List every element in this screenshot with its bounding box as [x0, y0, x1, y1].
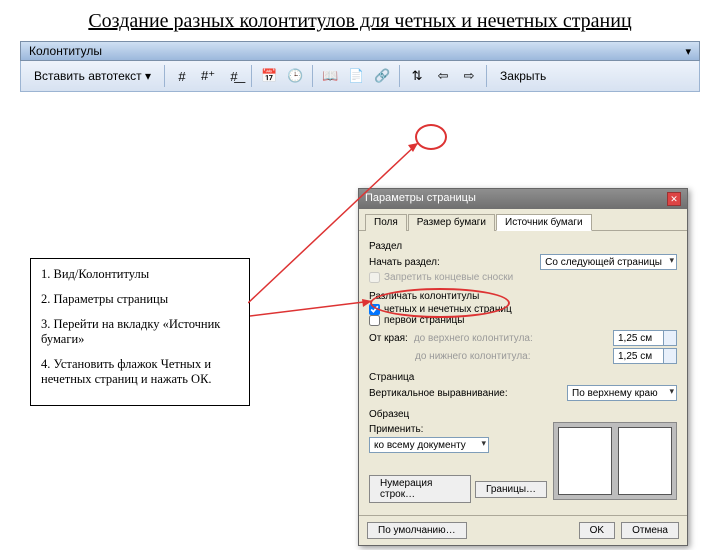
preview-page-left: [558, 427, 612, 495]
step-2: 2. Параметры страницы: [41, 292, 239, 307]
toolbar-title-text: Колонтитулы: [29, 44, 102, 58]
callout-circle-pagesetup: [415, 124, 447, 150]
toolbar-sep: [251, 65, 252, 87]
show-previous-icon[interactable]: ⇦: [432, 65, 454, 87]
same-as-previous-icon[interactable]: 🔗: [371, 65, 393, 87]
first-page-checkbox[interactable]: [369, 315, 380, 326]
line-numbers-button[interactable]: Нумерация строк…: [369, 475, 471, 503]
valign-label: Вертикальное выравнивание:: [369, 388, 508, 399]
suppress-endnotes-label: Запретить концевые сноски: [384, 272, 513, 283]
step-1: 1. Вид/Колонтитулы: [41, 267, 239, 282]
oddeven-checkbox[interactable]: [369, 304, 380, 315]
dialog-title-text: Параметры страницы: [365, 192, 476, 206]
date-icon[interactable]: 📅: [258, 65, 280, 87]
dialog-titlebar[interactable]: Параметры страницы ✕: [359, 189, 687, 209]
toolbar-sep: [399, 65, 400, 87]
apply-to-select[interactable]: ко всему документу: [369, 437, 489, 453]
default-button[interactable]: По умолчанию…: [367, 522, 467, 539]
preview-box: [553, 422, 677, 500]
section-group-label: Раздел: [369, 241, 677, 252]
time-icon[interactable]: 🕒: [284, 65, 306, 87]
section-start-select[interactable]: Со следующей страницы: [540, 254, 677, 270]
from-edge-label: От края:: [369, 333, 408, 344]
section-start-label: Начать раздел:: [369, 257, 440, 268]
slide-title: Создание разных колонтитулов для четных …: [40, 10, 680, 33]
toolbar-menu-icon[interactable]: ▾: [685, 45, 691, 58]
pagecount-icon[interactable]: #⁺: [197, 65, 219, 87]
tab-margins[interactable]: Поля: [365, 214, 407, 231]
step-4: 4. Установить флажок Четных и нечетных с…: [41, 357, 239, 387]
toolbar-sep: [312, 65, 313, 87]
to-header-label: до верхнего колонтитула:: [414, 333, 533, 344]
pagenumber-icon[interactable]: #: [171, 65, 193, 87]
ok-button[interactable]: OK: [579, 522, 615, 539]
switch-header-footer-icon[interactable]: ⇅: [406, 65, 428, 87]
tab-layout[interactable]: Источник бумаги: [496, 214, 592, 231]
suppress-endnotes-checkbox: [369, 272, 380, 283]
show-next-icon[interactable]: ⇨: [458, 65, 480, 87]
steps-panel: 1. Вид/Колонтитулы 2. Параметры страницы…: [30, 258, 250, 406]
oddeven-label: четных и нечетных страниц: [384, 304, 512, 315]
headers-group-label: Различать колонтитулы: [369, 291, 677, 302]
show-hide-doc-icon[interactable]: 📄: [345, 65, 367, 87]
dialog-tabs: Поля Размер бумаги Источник бумаги: [359, 209, 687, 231]
to-footer-label: до нижнего колонтитула:: [415, 351, 531, 362]
step-3: 3. Перейти на вкладку «Источник бумаги»: [41, 317, 239, 347]
preview-group-label: Образец: [369, 409, 677, 420]
header-distance-spinner[interactable]: 1,25 см: [613, 330, 677, 346]
page-group-label: Страница: [369, 372, 677, 383]
apply-label: Применить:: [369, 424, 423, 435]
valign-select[interactable]: По верхнему краю: [567, 385, 677, 401]
headerfooter-toolbar: Колонтитулы ▾ Вставить автотекст ▾ # #⁺ …: [20, 41, 700, 92]
close-icon[interactable]: ✕: [667, 192, 681, 206]
format-pagenumber-icon[interactable]: #͟: [223, 65, 245, 87]
toolbar-sep: [486, 65, 487, 87]
insert-autotext-label: Вставить автотекст: [34, 69, 142, 83]
toolbar-sep: [164, 65, 165, 87]
borders-button[interactable]: Границы…: [475, 481, 547, 498]
first-page-label: первой страницы: [384, 315, 464, 326]
page-setup-dialog: Параметры страницы ✕ Поля Размер бумаги …: [358, 188, 688, 546]
insert-autotext-button[interactable]: Вставить автотекст ▾: [27, 65, 158, 87]
cancel-button[interactable]: Отмена: [621, 522, 679, 539]
tab-paper[interactable]: Размер бумаги: [408, 214, 495, 231]
close-headerfooter-button[interactable]: Закрыть: [493, 65, 553, 87]
footer-distance-spinner[interactable]: 1,25 см: [613, 348, 677, 364]
page-setup-icon[interactable]: 📖: [319, 65, 341, 87]
toolbar-titlebar: Колонтитулы ▾: [20, 41, 700, 61]
preview-page-right: [618, 427, 672, 495]
